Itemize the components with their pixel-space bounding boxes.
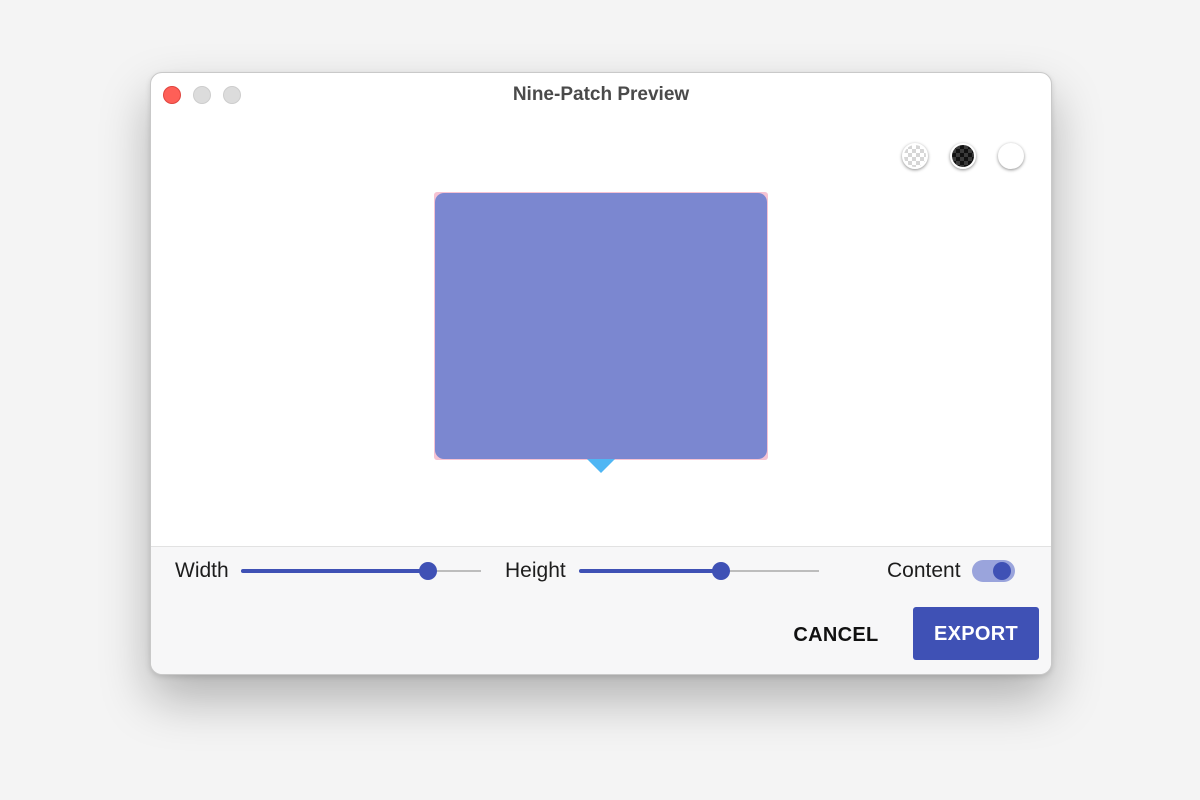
width-slider-fill	[241, 569, 429, 573]
preview-tail	[587, 459, 615, 473]
width-slider[interactable]	[241, 561, 481, 581]
background-white-button[interactable]	[998, 143, 1024, 169]
height-slider-fill	[579, 569, 721, 573]
nine-patch-preview-window: Nine-Patch Preview Width Height Content …	[150, 72, 1052, 675]
content-toggle[interactable]	[972, 559, 1015, 583]
content-label: Content	[887, 559, 961, 582]
controls-panel: Width Height Content CANCEL EXPORT	[151, 546, 1051, 674]
window-title: Nine-Patch Preview	[512, 84, 690, 105]
height-slider[interactable]	[579, 561, 819, 581]
width-label: Width	[175, 559, 229, 582]
background-checkerboard-light-button[interactable]	[902, 143, 928, 169]
background-checkerboard-dark-button[interactable]	[950, 143, 976, 169]
cancel-button[interactable]: CANCEL	[781, 607, 891, 661]
nine-patch-preview-image	[435, 193, 767, 459]
width-slider-thumb[interactable]	[419, 562, 438, 580]
content-toggle-knob	[993, 562, 1011, 580]
export-button[interactable]: EXPORT	[913, 607, 1039, 660]
height-label: Height	[505, 559, 566, 582]
title-bar: Nine-Patch Preview	[151, 73, 1051, 117]
height-slider-thumb[interactable]	[711, 562, 730, 580]
